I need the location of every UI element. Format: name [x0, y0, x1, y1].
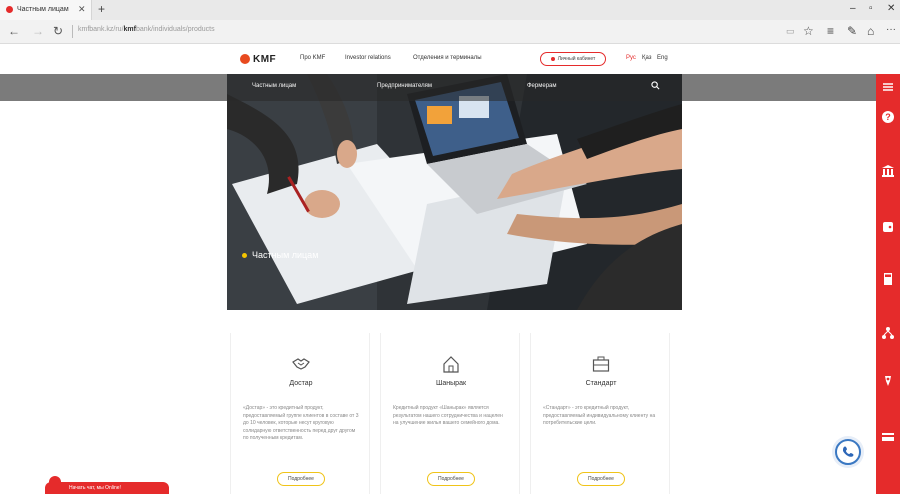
- refresh-icon[interactable]: ↻: [53, 24, 63, 38]
- hero-photo: [227, 74, 682, 310]
- briefcase-icon: [592, 356, 610, 372]
- product-card-dostar: Достар «Достар» - это кредитный продукт,…: [230, 333, 370, 494]
- address-separator: [72, 25, 73, 38]
- logo-mark-icon: [240, 54, 250, 64]
- forward-icon[interactable]: →: [32, 24, 44, 38]
- product-card-standard: Стандарт «Стандарт» - это кредитный прод…: [530, 333, 670, 494]
- search-icon[interactable]: [651, 81, 660, 90]
- site-header: KMF Про KMF Investor relations Отделения…: [0, 44, 876, 74]
- chat-widget[interactable]: Начать чат, мы Online!: [45, 482, 169, 494]
- browser-tab[interactable]: Частным лицам ✕: [0, 0, 92, 20]
- close-window-icon[interactable]: ✕: [887, 3, 895, 14]
- back-icon[interactable]: ←: [8, 24, 20, 38]
- more-button[interactable]: Подробнее: [277, 472, 325, 486]
- card-title: Шанырак: [435, 380, 467, 387]
- nav-branches[interactable]: Отделения и терминалы: [413, 55, 482, 61]
- card-description: «Стандарт» - это кредитный продукт, пред…: [543, 405, 656, 426]
- hero-bullet-icon: [242, 252, 247, 258]
- location-icon[interactable]: [881, 374, 895, 388]
- structure-icon[interactable]: [881, 326, 895, 340]
- favorite-star-icon[interactable]: ☆: [803, 24, 814, 38]
- browser-tabbar: Частным лицам ✕ + – ▫ ✕: [0, 0, 900, 20]
- product-card-shanyrak: Шанырак Кредитный продукт «Шанырак» явля…: [380, 333, 520, 494]
- card-icon[interactable]: [881, 430, 895, 444]
- callback-phone-button[interactable]: [835, 439, 861, 465]
- minimize-icon[interactable]: –: [850, 3, 856, 14]
- right-toolbar: ?: [876, 74, 900, 494]
- maximize-icon[interactable]: ▫: [869, 3, 873, 14]
- card-description: «Достар» - это кредитный продукт, предос…: [243, 405, 359, 441]
- logo-text: KMF: [253, 53, 277, 65]
- share-icon[interactable]: ⌂: [867, 24, 874, 38]
- favicon-icon: [6, 6, 13, 13]
- lang-ru[interactable]: Рус: [626, 55, 636, 61]
- nav-investor-relations[interactable]: Investor relations: [345, 55, 391, 61]
- more-button[interactable]: Подробнее: [577, 472, 625, 486]
- nav-about[interactable]: Про KMF: [300, 55, 325, 61]
- user-icon: [550, 57, 555, 61]
- reading-view-icon[interactable]: ▭: [786, 26, 795, 37]
- tab-close-icon[interactable]: ✕: [78, 4, 86, 15]
- web-note-icon[interactable]: ✎: [847, 24, 857, 38]
- hero-title: Частным лицам: [242, 250, 318, 260]
- card-title: Достар: [289, 380, 313, 387]
- card-description: Кредитный продукт «Шанырак» является рез…: [393, 405, 503, 426]
- kmf-logo[interactable]: KMF: [240, 53, 276, 65]
- lang-kz[interactable]: Қаз: [642, 55, 652, 61]
- subnav-individuals[interactable]: Частным лицам: [252, 83, 296, 89]
- subnav-farmers[interactable]: Фермерам: [527, 83, 557, 89]
- wallet-icon[interactable]: [881, 220, 895, 234]
- lang-en[interactable]: Eng: [657, 55, 668, 61]
- personal-cabinet-button[interactable]: Личный кабинет: [540, 52, 606, 66]
- tab-title: Частным лицам: [17, 6, 69, 13]
- menu-icon[interactable]: [881, 80, 895, 94]
- subnav-entrepreneurs[interactable]: Предпринимателям: [377, 83, 432, 89]
- cabinet-label: Личный кабинет: [557, 56, 596, 62]
- bank-icon[interactable]: [881, 164, 895, 178]
- help-icon[interactable]: ?: [881, 110, 895, 124]
- product-cards: Достар «Достар» - это кредитный продукт,…: [230, 333, 670, 494]
- hero-nav-overlay: Частным лицам Предпринимателям Фермерам: [227, 74, 682, 101]
- hero-banner: Частным лицам Предпринимателям Фермерам …: [227, 74, 682, 310]
- new-tab-button[interactable]: +: [98, 2, 105, 16]
- calculator-icon[interactable]: [881, 272, 895, 286]
- phone-icon: [843, 446, 854, 457]
- svg-text:?: ?: [885, 112, 891, 122]
- card-title: Стандарт: [585, 380, 617, 387]
- house-icon: [443, 356, 459, 373]
- hub-icon[interactable]: ≡: [827, 24, 834, 38]
- address-bar: ← → ↻ kmfbank.kz/ru/kmfbank/individuals/…: [0, 20, 900, 44]
- more-button[interactable]: Подробнее: [427, 472, 475, 486]
- hero-title-text: Частным лицам: [252, 250, 319, 260]
- url-field[interactable]: kmfbank.kz/ru/kmfbank/individuals/produc…: [78, 26, 215, 33]
- handshake-icon: [292, 358, 310, 370]
- more-icon[interactable]: ···: [886, 24, 896, 35]
